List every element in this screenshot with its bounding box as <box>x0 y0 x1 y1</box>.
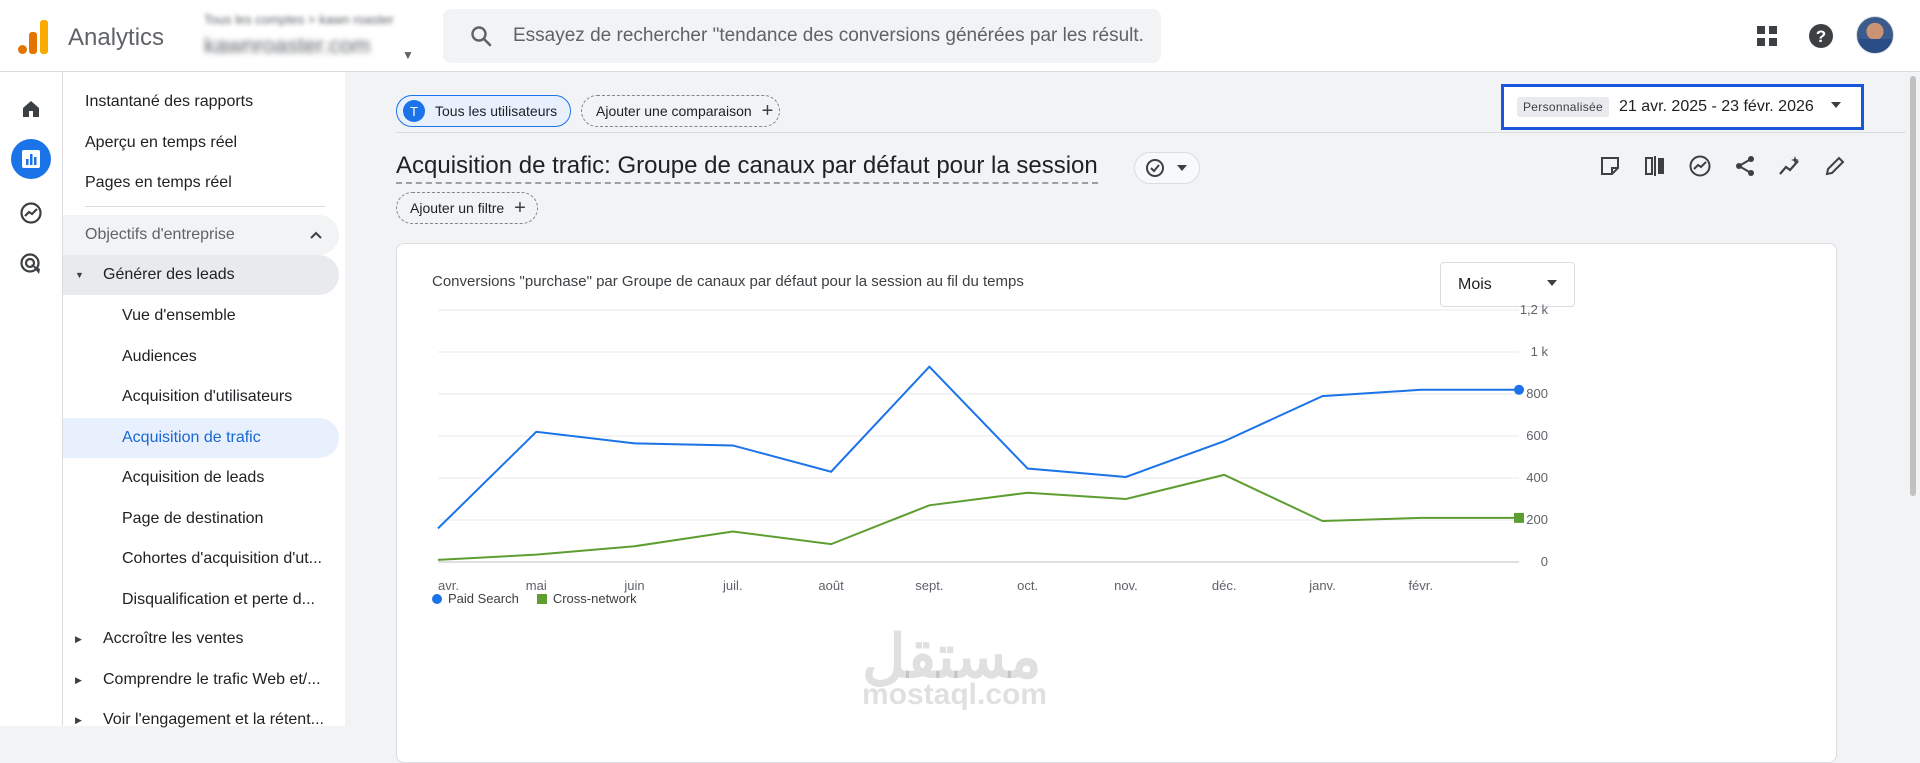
left-rail <box>0 72 63 726</box>
nav-item-lead-acquisition[interactable]: Acquisition de leads <box>63 458 339 498</box>
nav-item-realtime-overview[interactable]: Aperçu en temps réel <box>63 123 339 163</box>
line-chart: 02004006008001 k1,2 kavr. mai juin juil. aoû… <box>437 302 1549 593</box>
y-tick-label: 0 <box>1541 554 1548 569</box>
report-status-dropdown[interactable] <box>1134 152 1200 184</box>
nav-group-increase-sales[interactable]: ▶ Accroître les ventes <box>63 619 339 659</box>
search-icon <box>471 26 492 47</box>
legend-item-cross-network[interactable]: Cross-network <box>536 591 637 606</box>
edit-notes-icon[interactable] <box>1596 152 1624 180</box>
legend-dot <box>432 593 442 604</box>
legend-item-paid-search[interactable]: Paid Search <box>432 591 519 606</box>
nav-item-disqualification[interactable]: Disqualification et perte d... <box>63 580 339 620</box>
nav-item-snapshot[interactable]: Instantané des rapports <box>63 82 339 122</box>
y-tick-label: 1 k <box>1531 344 1549 359</box>
caret-down-icon <box>1831 102 1841 108</box>
advertising-icon[interactable] <box>11 244 51 284</box>
x-tick-label: oct. <box>1017 578 1038 593</box>
segment-badge: T <box>403 100 425 122</box>
search-bar[interactable] <box>443 9 1161 63</box>
plus-icon: + <box>761 100 774 122</box>
app-title[interactable]: Analytics <box>68 24 164 52</box>
trend-sparkle-icon[interactable] <box>1776 152 1804 180</box>
plus-icon: + <box>514 197 526 219</box>
triangle-down-icon: ▼ <box>75 270 84 280</box>
analytics-logo-icon[interactable] <box>18 18 48 54</box>
chart-legend: Paid Search Cross-network <box>432 591 655 606</box>
nav-group-engagement[interactable]: ▶ Voir l'engagement et la rétent... <box>63 700 339 740</box>
date-range-picker[interactable]: Personnalisée 21 avr. 2025 - 23 févr. 20… <box>1501 84 1864 130</box>
add-filter-label: Ajouter un filtre <box>410 200 505 216</box>
series-end-marker[interactable] <box>1514 384 1524 395</box>
x-tick-label: août <box>818 578 844 593</box>
y-tick-label: 600 <box>1526 428 1548 443</box>
legend-square <box>536 593 547 604</box>
date-range-value: 21 avr. 2025 - 23 févr. 2026 <box>1618 98 1814 115</box>
nav-item-audiences[interactable]: Audiences <box>63 337 339 377</box>
y-tick-label: 400 <box>1526 470 1548 485</box>
help-icon[interactable]: ? <box>1803 18 1839 54</box>
main-content: T Tous les utilisateurs Ajouter une comp… <box>345 72 1920 763</box>
y-tick-label: 1,2 k <box>1520 302 1549 317</box>
check-circle-icon <box>1146 159 1164 177</box>
reports-nav: Instantané des rapports Aperçu en temps … <box>63 72 345 728</box>
nav-group-web-traffic[interactable]: ▶ Comprendre le trafic Web et/... <box>63 660 339 700</box>
triangle-right-icon: ▶ <box>75 674 82 685</box>
account-name: kawnroaster.com <box>204 33 371 58</box>
legend-label: Cross-network <box>552 591 637 606</box>
svg-text:?: ? <box>1816 27 1826 46</box>
series-line[interactable] <box>437 473 1519 561</box>
x-tick-label: nov. <box>1114 578 1138 593</box>
x-tick-label: déc. <box>1212 578 1237 593</box>
share-icon[interactable] <box>1731 152 1759 180</box>
segment-label: Tous les utilisateurs <box>435 103 558 119</box>
chart-card: Conversions "purchase" par Groupe de can… <box>396 243 1837 763</box>
nav-item-user-acquisition[interactable]: Acquisition d'utilisateurs <box>63 377 339 417</box>
watermark-latin: mostaql.com <box>862 678 1048 711</box>
x-tick-label: sept. <box>915 578 943 593</box>
add-comparison-button[interactable]: Ajouter une comparaison + <box>581 95 780 127</box>
date-range-type: Personnalisée <box>1517 97 1609 117</box>
caret-down-icon <box>1177 165 1187 171</box>
explore-icon[interactable] <box>11 193 51 233</box>
x-tick-label: févr. <box>1408 578 1433 593</box>
add-comparison-label: Ajouter une comparaison <box>596 103 752 119</box>
triangle-right-icon: ▶ <box>75 714 82 725</box>
account-path: Tous les comptes > kawn roaster <box>204 12 394 27</box>
y-tick-label: 200 <box>1526 512 1548 527</box>
series-line[interactable] <box>437 365 1519 530</box>
triangle-right-icon: ▶ <box>75 633 82 644</box>
y-tick-label: 800 <box>1526 386 1548 401</box>
nav-group-generate-leads[interactable]: ▼ Générer des leads <box>63 255 339 295</box>
nav-divider <box>85 206 325 207</box>
reports-icon[interactable] <box>11 139 51 179</box>
nav-item-acquisition-cohorts[interactable]: Cohortes d'acquisition d'ut... <box>63 539 339 579</box>
x-tick-label: janv. <box>1308 578 1336 593</box>
x-tick-label: juil. <box>722 578 743 593</box>
nav-item-traffic-acquisition[interactable]: Acquisition de trafic <box>63 418 339 458</box>
nav-item-overview[interactable]: Vue d'ensemble <box>63 296 339 336</box>
compare-columns-icon[interactable] <box>1641 152 1669 180</box>
home-icon[interactable] <box>11 89 51 129</box>
chevron-up-icon <box>310 231 322 239</box>
edit-pencil-icon[interactable] <box>1821 152 1849 180</box>
nav-item-realtime-pages[interactable]: Pages en temps réel <box>63 163 339 203</box>
insights-icon[interactable] <box>1686 152 1714 180</box>
segment-chip-all-users[interactable]: T Tous les utilisateurs <box>396 95 571 127</box>
scrollbar[interactable] <box>1906 72 1920 726</box>
search-input[interactable] <box>513 23 1143 49</box>
account-selector[interactable]: Tous les comptes > kawn roaster kawnroas… <box>204 12 414 62</box>
chevron-down-icon: ▼ <box>402 48 414 62</box>
top-bar: Analytics Tous les comptes > kawn roaste… <box>0 0 1920 72</box>
series-end-marker[interactable] <box>1514 512 1524 523</box>
avatar[interactable] <box>1856 16 1894 54</box>
nav-item-landing-page[interactable]: Page de destination <box>63 499 339 539</box>
legend-label: Paid Search <box>448 591 519 606</box>
divider <box>396 132 1920 133</box>
scrollbar-thumb[interactable] <box>1910 76 1916 496</box>
report-title[interactable]: Acquisition de trafic: Groupe de canaux … <box>396 152 1098 184</box>
add-filter-button[interactable]: Ajouter un filtre + <box>396 192 538 224</box>
nav-section-business-objectives[interactable]: Objectifs d'entreprise <box>63 215 339 255</box>
apps-grid-icon[interactable] <box>1749 18 1785 54</box>
